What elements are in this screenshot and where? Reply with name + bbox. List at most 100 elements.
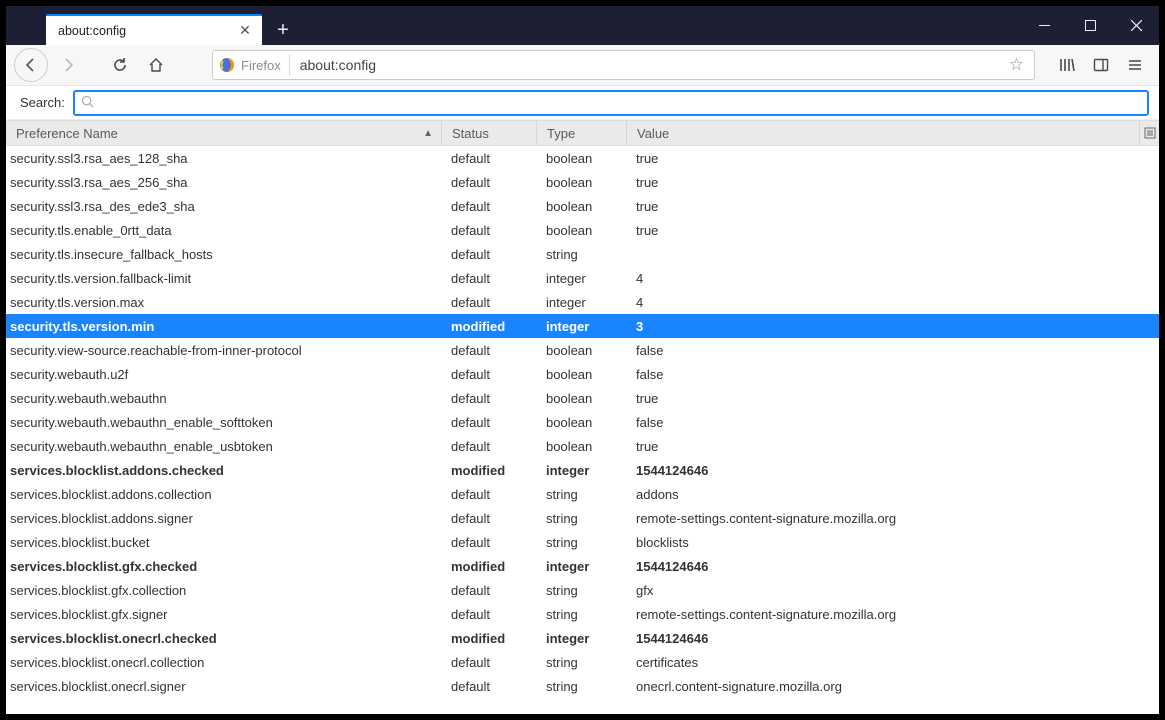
- pref-type: string: [536, 655, 626, 670]
- pref-type: integer: [536, 295, 626, 310]
- pref-type: integer: [536, 463, 626, 478]
- pref-name: security.webauth.webauthn_enable_softtok…: [6, 415, 441, 430]
- pref-row[interactable]: services.blocklist.bucketdefaultstringbl…: [6, 530, 1159, 554]
- nav-toolbar: Firefox about:config ☆: [6, 45, 1159, 86]
- pref-value: false: [626, 415, 1159, 430]
- pref-status: default: [441, 223, 536, 238]
- column-preference-name[interactable]: Preference Name ▲: [6, 126, 441, 141]
- pref-name: services.blocklist.addons.checked: [6, 463, 441, 478]
- column-name-label: Preference Name: [16, 126, 118, 141]
- pref-value: remote-settings.content-signature.mozill…: [626, 511, 1159, 526]
- pref-row[interactable]: security.webauth.webauthn_enable_softtok…: [6, 410, 1159, 434]
- column-type[interactable]: Type: [536, 121, 626, 145]
- pref-row[interactable]: security.webauth.webauthn_enable_usbtoke…: [6, 434, 1159, 458]
- pref-type: boolean: [536, 151, 626, 166]
- pref-row[interactable]: security.view-source.reachable-from-inne…: [6, 338, 1159, 362]
- pref-name: services.blocklist.gfx.checked: [6, 559, 441, 574]
- search-row: Search:: [6, 86, 1159, 120]
- close-tab-icon[interactable]: ✕: [236, 22, 254, 40]
- pref-row[interactable]: security.tls.enable_0rtt_datadefaultbool…: [6, 218, 1159, 242]
- library-button[interactable]: [1051, 49, 1083, 81]
- window-controls: [1021, 6, 1159, 45]
- pref-type: boolean: [536, 391, 626, 406]
- search-input[interactable]: [99, 92, 1147, 114]
- pref-name: services.blocklist.gfx.collection: [6, 583, 441, 598]
- back-button[interactable]: [14, 48, 48, 82]
- pref-value: blocklists: [626, 535, 1159, 550]
- minimize-button[interactable]: [1021, 6, 1067, 45]
- pref-value: 1544124646: [626, 463, 1159, 478]
- pref-row[interactable]: services.blocklist.gfx.signerdefaultstri…: [6, 602, 1159, 626]
- new-tab-button[interactable]: +: [268, 15, 298, 45]
- sidebar-button[interactable]: [1085, 49, 1117, 81]
- pref-type: boolean: [536, 199, 626, 214]
- firefox-window: about:config ✕ +: [6, 6, 1159, 714]
- forward-button[interactable]: [52, 49, 84, 81]
- pref-type: string: [536, 487, 626, 502]
- pref-name: services.blocklist.onecrl.collection: [6, 655, 441, 670]
- search-box[interactable]: [73, 90, 1149, 116]
- url-bar[interactable]: Firefox about:config ☆: [212, 50, 1035, 80]
- pref-name: security.webauth.webauthn: [6, 391, 441, 406]
- pref-row[interactable]: security.tls.version.fallback-limitdefau…: [6, 266, 1159, 290]
- preferences-grid: security.ssl3.rsa_aes_128_shadefaultbool…: [6, 146, 1159, 714]
- pref-status: modified: [441, 463, 536, 478]
- pref-row[interactable]: security.tls.insecure_fallback_hostsdefa…: [6, 242, 1159, 266]
- pref-value: false: [626, 367, 1159, 382]
- pref-row[interactable]: services.blocklist.onecrl.signerdefaults…: [6, 674, 1159, 698]
- home-button[interactable]: [140, 49, 172, 81]
- pref-status: default: [441, 271, 536, 286]
- pref-status: modified: [441, 631, 536, 646]
- pref-row[interactable]: services.blocklist.gfx.collectiondefault…: [6, 578, 1159, 602]
- pref-name: security.ssl3.rsa_aes_128_sha: [6, 151, 441, 166]
- pref-value: true: [626, 199, 1159, 214]
- pref-name: security.tls.enable_0rtt_data: [6, 223, 441, 238]
- pref-value: certificates: [626, 655, 1159, 670]
- pref-value: remote-settings.content-signature.mozill…: [626, 607, 1159, 622]
- bookmark-star-icon[interactable]: ☆: [1005, 55, 1028, 75]
- pref-row[interactable]: services.blocklist.addons.checkedmodifie…: [6, 458, 1159, 482]
- search-label: Search:: [16, 95, 65, 110]
- pref-row[interactable]: security.ssl3.rsa_aes_128_shadefaultbool…: [6, 146, 1159, 170]
- pref-type: integer: [536, 559, 626, 574]
- pref-row[interactable]: security.tls.version.minmodifiedinteger3: [6, 314, 1159, 338]
- url-identity[interactable]: Firefox: [219, 54, 290, 76]
- pref-row[interactable]: services.blocklist.onecrl.checkedmodifie…: [6, 626, 1159, 650]
- tab-title: about:config: [58, 24, 236, 38]
- pref-row[interactable]: services.blocklist.addons.collectiondefa…: [6, 482, 1159, 506]
- pref-name: security.webauth.webauthn_enable_usbtoke…: [6, 439, 441, 454]
- reload-button[interactable]: [104, 49, 136, 81]
- pref-row[interactable]: security.webauth.u2fdefaultbooleanfalse: [6, 362, 1159, 386]
- maximize-button[interactable]: [1067, 6, 1113, 45]
- pref-status: default: [441, 487, 536, 502]
- pref-row[interactable]: security.ssl3.rsa_aes_256_shadefaultbool…: [6, 170, 1159, 194]
- pref-status: default: [441, 247, 536, 262]
- pref-row[interactable]: security.tls.version.maxdefaultinteger4: [6, 290, 1159, 314]
- pref-status: default: [441, 295, 536, 310]
- pref-row[interactable]: security.webauth.webauthndefaultbooleant…: [6, 386, 1159, 410]
- pref-value: gfx: [626, 583, 1159, 598]
- column-header: Preference Name ▲ Status Type Value: [6, 120, 1159, 146]
- column-status[interactable]: Status: [441, 121, 536, 145]
- pref-row[interactable]: security.ssl3.rsa_des_ede3_shadefaultboo…: [6, 194, 1159, 218]
- pref-status: default: [441, 511, 536, 526]
- pref-row[interactable]: services.blocklist.onecrl.collectiondefa…: [6, 650, 1159, 674]
- pref-value: true: [626, 175, 1159, 190]
- pref-name: services.blocklist.addons.signer: [6, 511, 441, 526]
- close-window-button[interactable]: [1113, 6, 1159, 45]
- column-value-label: Value: [637, 126, 669, 141]
- pref-value: 3: [626, 319, 1159, 334]
- pref-row[interactable]: services.blocklist.addons.signerdefaults…: [6, 506, 1159, 530]
- app-menu-button[interactable]: [1119, 49, 1151, 81]
- pref-status: default: [441, 151, 536, 166]
- column-value[interactable]: Value: [626, 121, 1139, 145]
- pref-status: default: [441, 175, 536, 190]
- column-picker-icon[interactable]: [1139, 121, 1159, 145]
- pref-status: modified: [441, 319, 536, 334]
- column-type-label: Type: [547, 126, 575, 141]
- pref-type: boolean: [536, 175, 626, 190]
- pref-row[interactable]: services.blocklist.gfx.checkedmodifiedin…: [6, 554, 1159, 578]
- tab-active[interactable]: about:config ✕: [46, 14, 262, 45]
- pref-value: 1544124646: [626, 631, 1159, 646]
- preferences-scroll[interactable]: security.ssl3.rsa_aes_128_shadefaultbool…: [6, 146, 1159, 714]
